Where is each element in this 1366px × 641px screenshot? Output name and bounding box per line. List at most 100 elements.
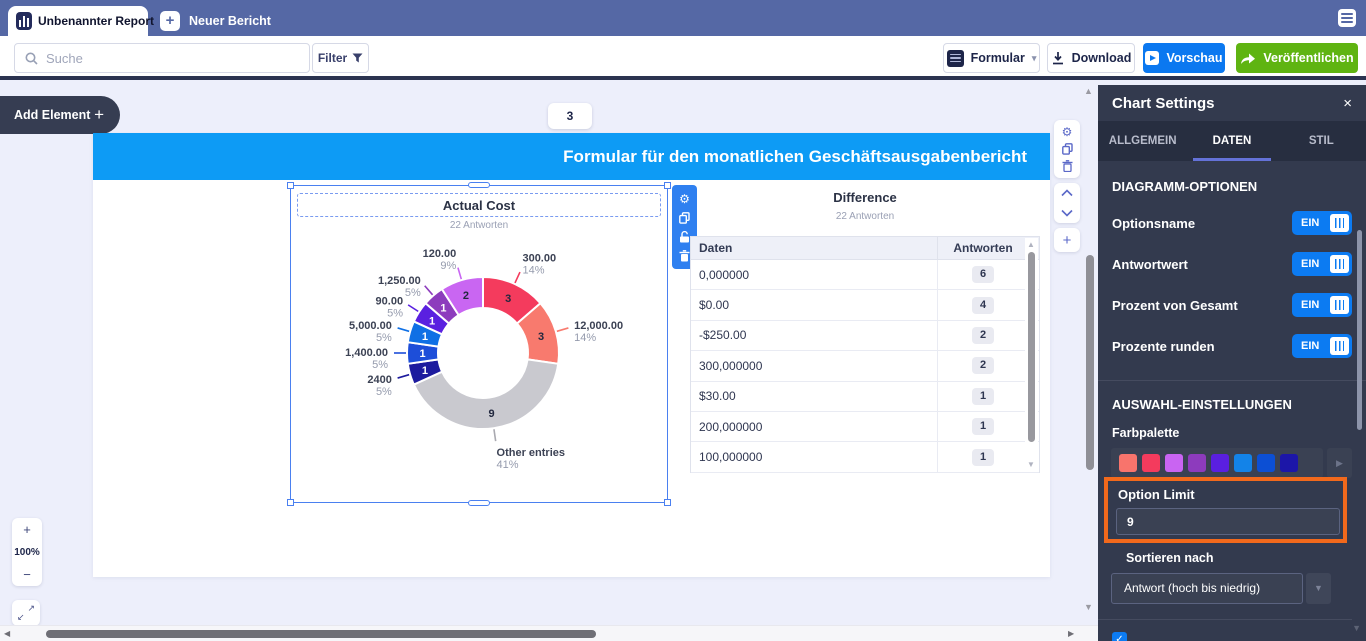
donut-chart-widget[interactable]: Actual Cost 22 Antworten 3 300.00 14% 3 12,0… [287, 182, 671, 506]
vorschau-label: Vorschau [1166, 51, 1223, 65]
delete-page-trash-icon[interactable] [1062, 159, 1073, 172]
close-icon[interactable]: × [1343, 95, 1352, 112]
color-swatch[interactable] [1188, 454, 1206, 472]
column-header-daten: Daten [691, 237, 938, 259]
chart-title[interactable]: Actual Cost [297, 193, 661, 217]
toggle-state-label: EIN [1301, 258, 1320, 270]
move-down-chevron-icon[interactable] [1061, 209, 1073, 217]
count-badge: 4 [972, 296, 994, 314]
table-row[interactable]: 300,000000 2 [691, 351, 1039, 382]
zoom-in-button[interactable]: + [23, 523, 31, 536]
table-row[interactable]: 200,000000 1 [691, 411, 1039, 443]
color-swatch[interactable] [1142, 454, 1160, 472]
color-swatch[interactable] [1280, 454, 1298, 472]
duplicate-page-icon[interactable] [1061, 143, 1073, 155]
page-move-toolbar [1054, 183, 1080, 223]
panel-scrollbar-thumb[interactable] [1357, 230, 1362, 430]
color-palette [1111, 448, 1323, 478]
new-report-tab[interactable]: + Neuer Bericht [160, 6, 271, 36]
table-row[interactable]: 0,000000 6 [691, 260, 1039, 291]
table-row[interactable]: 100,000000 1 [691, 442, 1039, 473]
zoom-out-button[interactable]: − [23, 568, 31, 581]
segment-label: Other entries [497, 447, 565, 459]
scroll-down-icon[interactable]: ▼ [1027, 460, 1035, 469]
selection-handle[interactable] [468, 182, 490, 188]
sort-dropdown[interactable]: Antwort (hoch bis niedrig) [1111, 573, 1303, 604]
cell-antworten: 6 [938, 266, 1028, 284]
table-row[interactable]: -$250.00 2 [691, 320, 1039, 352]
canvas-scroll-down-icon[interactable]: ▼ [1084, 602, 1093, 612]
download-button[interactable]: Download [1047, 43, 1135, 73]
table-row[interactable]: $30.00 1 [691, 381, 1039, 412]
panel-tabs: ALLGEMEIN DATEN STIL [1098, 121, 1366, 161]
duplicate-icon[interactable] [679, 211, 690, 224]
panel-title: Chart Settings [1112, 94, 1215, 112]
search-input[interactable] [46, 50, 299, 66]
move-up-chevron-icon[interactable] [1061, 189, 1073, 197]
trash-icon[interactable] [679, 249, 690, 262]
color-swatch[interactable] [1211, 454, 1229, 472]
toggle-switch-on[interactable]: EIN [1292, 293, 1352, 317]
segment-label: 120.00 [423, 248, 457, 260]
toggle-switch-on[interactable]: EIN [1292, 211, 1352, 235]
canvas-scrollbar-thumb[interactable] [1086, 255, 1094, 470]
segment-label: 90.00 [376, 296, 404, 308]
next-palette-button[interactable]: ▶ [1327, 448, 1352, 478]
selection-handle[interactable] [664, 182, 671, 189]
cell-antworten: 1 [938, 448, 1028, 466]
play-icon [1145, 51, 1160, 65]
option-limit-input[interactable] [1116, 508, 1340, 535]
setting-label: Prozent von Gesamt [1112, 297, 1238, 313]
panel-scroll-down-icon[interactable]: ▼ [1352, 623, 1361, 633]
element-settings-gear-icon[interactable]: ⚙ [679, 193, 690, 205]
option-limit-highlight: Option Limit [1104, 477, 1347, 543]
setting-row: Antwortwert EIN [1098, 252, 1366, 276]
panel-tab-stil[interactable]: STIL [1277, 121, 1366, 161]
cell-daten: 100,000000 [691, 442, 938, 472]
color-swatch[interactable] [1119, 454, 1137, 472]
vorschau-button[interactable]: Vorschau [1143, 43, 1225, 73]
segment-count: 1 [429, 315, 435, 327]
dropdown-arrow-icon[interactable]: ▼ [1306, 573, 1331, 604]
cell-antworten: 1 [938, 387, 1028, 405]
segment-label: 12,000.00 [574, 320, 623, 332]
add-element-button[interactable]: Add Element + [0, 96, 120, 134]
veroeffentlichen-button[interactable]: Veröffentlichen [1236, 43, 1358, 73]
table-scrollbar[interactable]: ▲ ▼ [1025, 238, 1038, 471]
setting-row: Optionsname EIN [1098, 211, 1366, 235]
unlock-icon[interactable] [679, 230, 690, 243]
toggle-switch-on[interactable]: EIN [1292, 334, 1352, 358]
canvas-scroll-up-icon[interactable]: ▲ [1084, 86, 1093, 96]
color-swatch[interactable] [1257, 454, 1275, 472]
setting-label: Optionsname [1112, 215, 1196, 231]
page-header-band[interactable]: Formular für den monatlichen Geschäftsau… [93, 133, 1050, 180]
toggle-switch-on[interactable]: EIN [1292, 252, 1352, 276]
table-row[interactable]: $0.00 4 [691, 290, 1039, 321]
fullscreen-expand-button[interactable]: ↗ ↙ [12, 600, 40, 626]
farbpalette-label: Farbpalette [1112, 426, 1180, 440]
formular-button[interactable]: Formular ▾ [943, 43, 1040, 73]
search-icon [25, 52, 38, 65]
page-settings-gear-icon[interactable]: ⚙ [1062, 126, 1073, 138]
scroll-right-icon[interactable]: ▶ [1068, 629, 1074, 638]
app-menu-icon[interactable] [1338, 9, 1356, 27]
filter-button[interactable]: Filter [312, 43, 369, 73]
color-swatch[interactable] [1165, 454, 1183, 472]
color-swatch[interactable] [1234, 454, 1252, 472]
tab-unbenannter-report[interactable]: Unbenannter Report ⋮ [8, 6, 172, 36]
panel-tab-daten[interactable]: DATEN [1187, 121, 1276, 161]
scroll-left-icon[interactable]: ◀ [4, 629, 10, 638]
panel-tab-allgemein[interactable]: ALLGEMEIN [1098, 121, 1187, 161]
divider [1098, 619, 1352, 620]
table-subtitle: 22 Antworten [835, 211, 895, 222]
checkbox-checked[interactable]: ✓ [1112, 632, 1127, 641]
download-label: Download [1071, 51, 1132, 65]
table-title[interactable]: Difference [690, 190, 1040, 205]
horizontal-scrollbar-thumb[interactable] [46, 630, 596, 638]
scrollbar-thumb[interactable] [1028, 252, 1035, 442]
selection-handle[interactable] [287, 182, 294, 189]
add-page-button[interactable]: + [1054, 228, 1080, 252]
scroll-up-icon[interactable]: ▲ [1027, 240, 1035, 249]
toggle-state-label: EIN [1301, 217, 1320, 229]
horizontal-scrollbar[interactable]: ◀ ▶ [0, 625, 1098, 641]
